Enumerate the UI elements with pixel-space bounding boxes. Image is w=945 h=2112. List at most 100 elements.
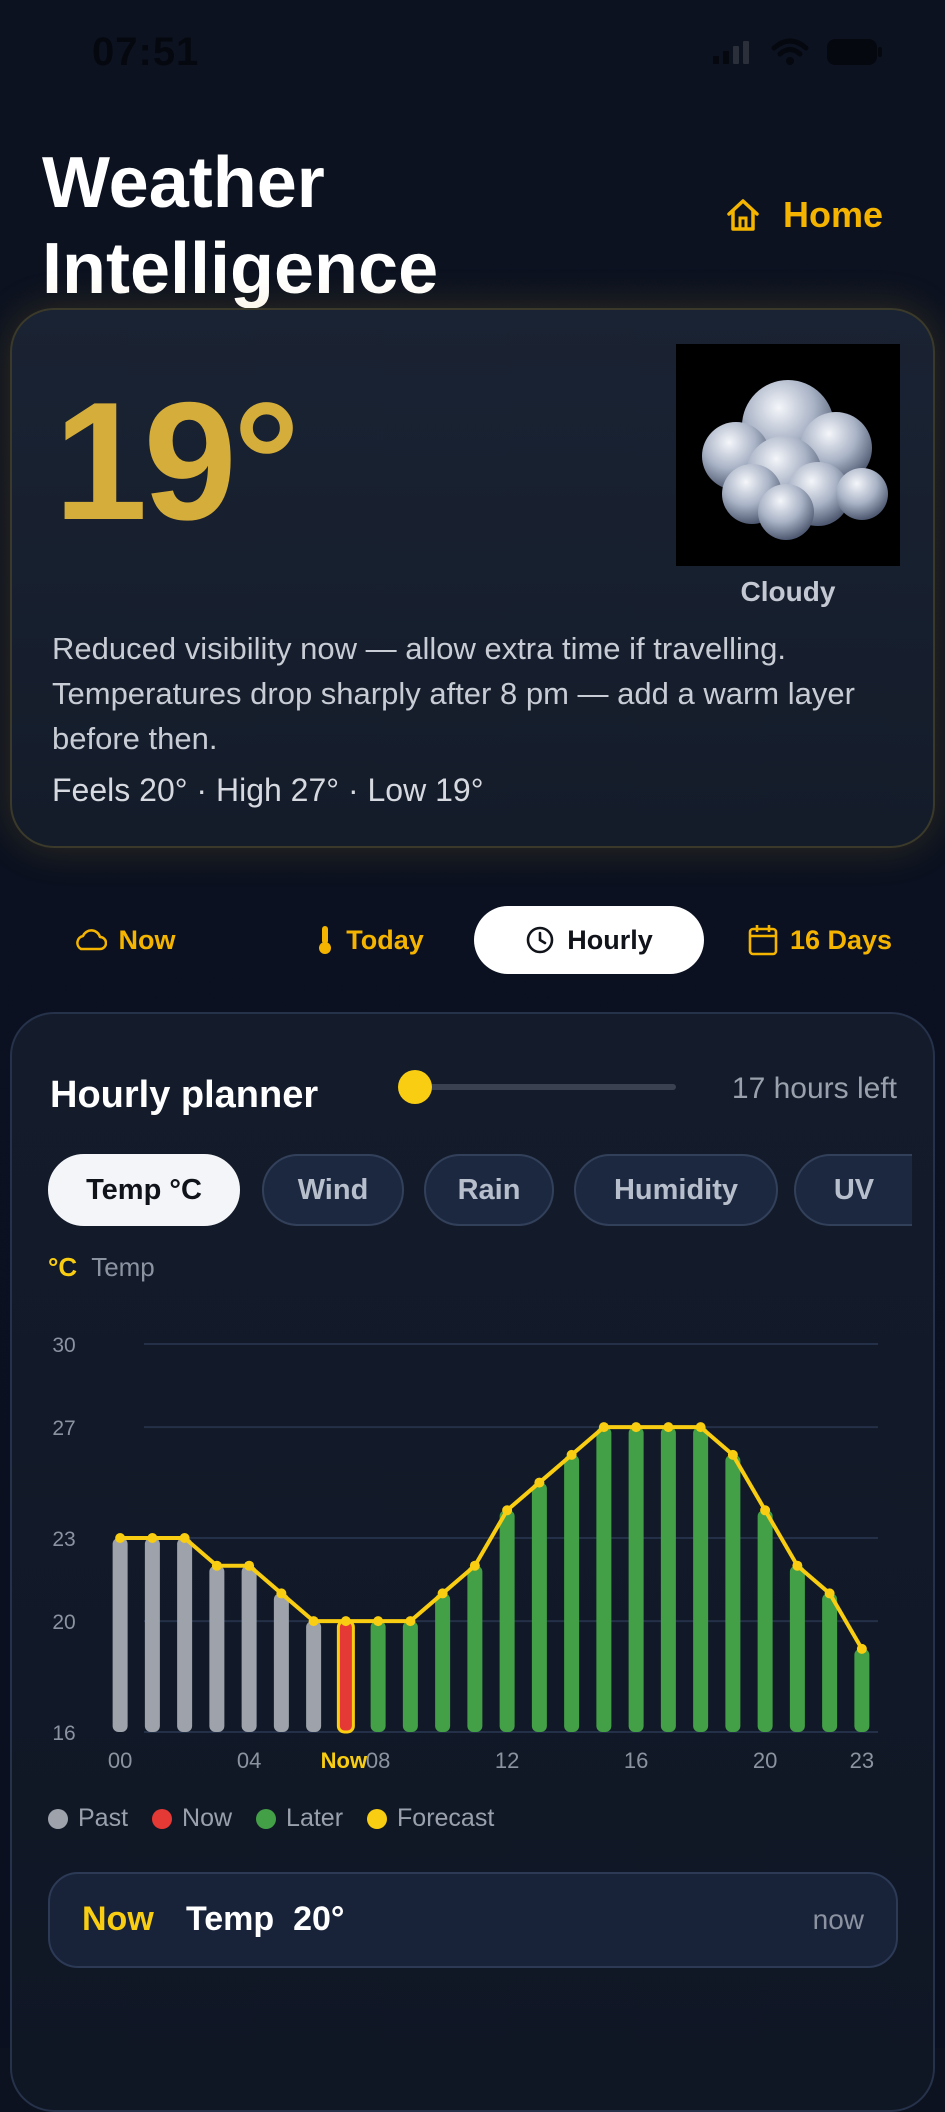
y-tick-label: 30 <box>52 1334 75 1357</box>
forecast-point <box>663 1422 674 1433</box>
bar-later <box>435 1593 451 1732</box>
bar-past <box>177 1538 193 1732</box>
metric-unit-row: °C Temp <box>48 1252 155 1283</box>
advice-line2: Temperatures drop sharply after 8 pm — a… <box>52 676 855 756</box>
clock-icon <box>526 926 554 954</box>
bar-past <box>273 1593 289 1732</box>
current-temperature: 19° <box>54 367 300 555</box>
wifi-icon <box>771 38 809 65</box>
forecast-point <box>211 1560 222 1571</box>
bar-later <box>757 1510 773 1732</box>
x-tick-label: 20 <box>753 1748 777 1773</box>
forecast-point <box>147 1533 158 1543</box>
hour-slider-track[interactable] <box>416 1084 676 1090</box>
bar-later <box>596 1427 612 1732</box>
cloud-icon <box>676 344 900 566</box>
forecast-point <box>373 1616 384 1627</box>
forecast-point <box>502 1505 513 1516</box>
x-tick-label: 23 <box>850 1748 874 1773</box>
forecast-point <box>631 1422 642 1433</box>
page-title: Weather Intelligence <box>42 140 438 312</box>
selected-hour-summary: Now Temp 20° now <box>48 1872 898 1968</box>
bar-later <box>370 1621 386 1732</box>
temperature-chart: 16 20 23 27 30 00 04 Now08 12 16 20 23 <box>52 1334 878 1773</box>
forecast-point <box>856 1643 867 1654</box>
legend-past-dot <box>48 1809 68 1829</box>
forecast-point <box>534 1477 545 1488</box>
bar-past <box>209 1565 225 1732</box>
y-tick-label: 20 <box>52 1611 75 1634</box>
legend-now: Now <box>152 1804 232 1833</box>
legend-past: Past <box>48 1804 128 1833</box>
view-tabs: Now Today Hourly 16 Days <box>0 906 945 976</box>
forecast-point <box>598 1422 609 1433</box>
bar-later <box>693 1427 709 1732</box>
y-tick-label: 27 <box>52 1417 75 1440</box>
x-tick-label: 04 <box>237 1748 261 1773</box>
forecast-point <box>760 1505 771 1516</box>
x-tick-label: 08 <box>366 1748 390 1773</box>
legend-forecast-dot <box>367 1809 388 1829</box>
metric-label: Temp <box>91 1252 155 1282</box>
tab-hourly[interactable]: Hourly <box>474 906 704 974</box>
forecast-point <box>179 1533 190 1543</box>
x-tick-label: 00 <box>108 1748 132 1773</box>
forecast-point <box>566 1449 577 1460</box>
weather-advice: Reduced visibility now — allow extra tim… <box>52 626 902 761</box>
bar-later <box>499 1510 515 1732</box>
bar-later <box>531 1482 547 1732</box>
bar-later <box>789 1565 805 1732</box>
unit-label: °C <box>48 1252 78 1282</box>
home-icon <box>727 199 759 231</box>
forecast-point <box>727 1449 738 1460</box>
bar-past <box>112 1538 128 1732</box>
current-weather-card: 19° Cloudy Reduced visibility now — allo… <box>10 308 935 848</box>
bar-later <box>402 1621 418 1732</box>
calendar-icon <box>748 925 778 956</box>
legend-later-dot <box>256 1809 277 1829</box>
forecast-point <box>792 1560 803 1571</box>
forecast-point <box>340 1616 351 1627</box>
planner-title: Hourly planner <box>50 1074 319 1116</box>
battery-icon <box>827 39 882 65</box>
status-bar: 07:51 <box>0 0 945 110</box>
chip-rain[interactable]: Rain <box>424 1154 554 1226</box>
tab-now-label: Now <box>118 924 176 955</box>
forecast-point <box>695 1422 706 1433</box>
chip-temp[interactable]: Temp °C <box>48 1154 240 1226</box>
status-time: 07:51 <box>92 30 200 74</box>
forecast-point <box>437 1588 448 1599</box>
title-line2: Intelligence <box>42 229 439 309</box>
tab-now[interactable]: Now <box>44 906 204 974</box>
x-tick-label: 16 <box>624 1748 648 1773</box>
signal-icon <box>713 41 749 64</box>
chip-uv[interactable]: UV <box>794 1154 912 1226</box>
tab-hourly-label: Hourly <box>567 924 653 955</box>
chip-wind[interactable]: Wind <box>262 1154 404 1226</box>
x-tick-label: 12 <box>495 1748 519 1773</box>
hour-slider-thumb[interactable] <box>398 1070 432 1104</box>
selected-hour-tag: Now <box>82 1900 154 1938</box>
home-button[interactable]: Home <box>725 194 883 236</box>
legend-later: Later <box>256 1804 343 1833</box>
tab-today[interactable]: Today <box>290 906 450 974</box>
chip-humidity[interactable]: Humidity <box>574 1154 778 1226</box>
bar-later <box>822 1593 838 1732</box>
tab-16-days[interactable]: 16 Days <box>740 906 900 974</box>
bar-later <box>628 1427 644 1732</box>
forecast-point <box>308 1616 319 1627</box>
advice-line1: Reduced visibility now — allow extra tim… <box>52 631 786 666</box>
selected-hour-time: now <box>812 1904 864 1935</box>
bar-later <box>467 1565 483 1732</box>
bar-later <box>725 1454 741 1732</box>
selected-hour-value: Temp 20° <box>186 1900 345 1938</box>
cloud-icon <box>75 929 107 951</box>
bar-now <box>336 1619 355 1734</box>
forecast-point <box>276 1588 287 1599</box>
bar-later <box>854 1648 870 1732</box>
status-icons <box>713 38 883 66</box>
x-tick-label: Now <box>321 1748 368 1773</box>
forecast-point <box>469 1560 480 1571</box>
bar-past <box>241 1565 257 1732</box>
legend-forecast: Forecast <box>367 1804 494 1833</box>
